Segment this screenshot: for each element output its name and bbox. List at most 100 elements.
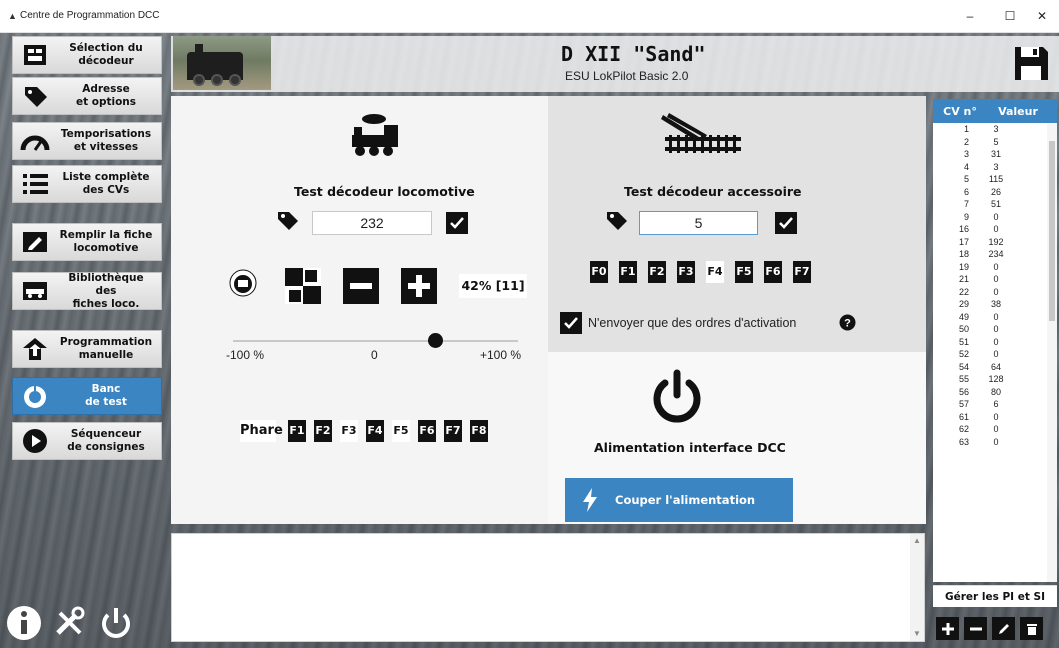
cv-number: 49 (958, 311, 969, 322)
accessory-function-button[interactable]: F7 (793, 261, 811, 283)
direction-toggle-button[interactable] (285, 268, 321, 304)
cv-table-row[interactable]: 62 0 (933, 423, 1057, 436)
cv-table-row[interactable]: 29 38 (933, 298, 1057, 311)
cv-table-row[interactable]: 90 (933, 211, 1057, 224)
accessory-function-button[interactable]: F3 (677, 261, 695, 283)
cv-table-row[interactable]: 17 192 (933, 236, 1057, 249)
loco-function-button[interactable]: F6 (418, 420, 436, 442)
save-icon[interactable] (1012, 44, 1050, 82)
sidebar-item-loco-library[interactable]: Bibliothèque des fiches loco. (12, 272, 162, 310)
speed-plus-button[interactable] (401, 268, 437, 304)
scroll-down-icon[interactable]: ▼ (910, 627, 924, 641)
cv-table-row[interactable]: 6 26 (933, 186, 1057, 199)
loco-function-button[interactable]: F4 (366, 420, 384, 442)
help-icon[interactable]: ? (839, 314, 856, 331)
cv-value: 26 (990, 186, 1001, 197)
sidebar-item-label: Temporisations et vitesses (60, 128, 152, 153)
close-button[interactable]: ✕ (1024, 4, 1059, 28)
sidebar-item-decoder-selection[interactable]: Sélection du décodeur (12, 36, 162, 74)
cv-table-row[interactable]: 5 115 (933, 173, 1057, 186)
cv-value: 0 (993, 411, 999, 422)
cv-number: 56 (958, 386, 969, 397)
cv-value: 0 (993, 424, 999, 434)
cv-value: 0 (993, 436, 999, 447)
cv-table-row[interactable]: 25 (933, 136, 1057, 149)
cv-table-row[interactable]: 52 0 (933, 348, 1057, 361)
cv-table-row[interactable]: 61 0 (933, 411, 1057, 424)
sidebar-item-label: Sélection du décodeur (69, 42, 143, 67)
speed-slider-track[interactable] (233, 340, 518, 342)
cv-table-row[interactable]: 57 6 (933, 398, 1057, 411)
accessory-function-button[interactable]: F6 (764, 261, 782, 283)
cut-power-button[interactable]: Couper l'alimentation (565, 478, 793, 522)
cv-table-row[interactable]: 51 0 (933, 336, 1057, 349)
loco-address-input[interactable]: 232 (312, 211, 432, 235)
cv-table-row[interactable]: 21 0 (933, 273, 1057, 286)
sidebar-item-fill-loco-sheet[interactable]: Remplir la fiche locomotive (12, 223, 162, 261)
log-output[interactable]: ▲ ▼ (171, 533, 925, 642)
accessory-function-button[interactable]: F2 (648, 261, 666, 283)
power-icon[interactable] (96, 603, 136, 643)
edit-cv-button[interactable] (992, 617, 1015, 640)
accessory-function-button[interactable]: F0 (590, 261, 608, 283)
cv-number-header: CV n° (943, 104, 977, 118)
cv-table-row[interactable]: 56 80 (933, 386, 1057, 399)
loco-function-button[interactable]: F2 (314, 420, 332, 442)
accessory-function-button[interactable]: F4 (706, 261, 724, 283)
loco-function-button[interactable]: F3 (340, 420, 358, 442)
cv-table-row[interactable]: 16 0 (933, 223, 1057, 236)
accessory-function-button[interactable]: F1 (619, 261, 637, 283)
sidebar-item-test-bench[interactable]: Banc de test (12, 377, 162, 415)
cv-table-row[interactable]: 63 0 (933, 436, 1057, 449)
loco-function-button[interactable]: F1 (288, 420, 306, 442)
cv-table-scrollbar[interactable] (1047, 123, 1057, 582)
cv-table-row[interactable]: 13 (933, 123, 1057, 136)
cv-number: 29 (958, 299, 969, 309)
cv-value: 0 (993, 349, 999, 359)
only-activation-checkbox[interactable] (560, 312, 582, 334)
cv-value: 38 (990, 299, 1001, 309)
headlight-button[interactable]: Phare (240, 420, 283, 442)
add-cv-button[interactable] (936, 617, 959, 640)
accessory-function-button[interactable]: F5 (735, 261, 753, 283)
cv-table-row[interactable]: 49 0 (933, 311, 1057, 324)
scroll-up-icon[interactable]: ▲ (910, 534, 924, 548)
cv-table-row[interactable]: 43 (933, 161, 1057, 174)
cv-table-row[interactable]: 50 0 (933, 323, 1057, 336)
accessory-address-input[interactable]: 5 (639, 211, 758, 235)
cv-table-row[interactable]: 22 0 (933, 286, 1057, 299)
loco-function-button[interactable]: F7 (444, 420, 462, 442)
minimize-button[interactable]: – (952, 4, 988, 28)
accessory-address-confirm-button[interactable] (775, 212, 797, 234)
loco-function-button[interactable]: F5 (392, 420, 410, 442)
speed-minus-button[interactable] (343, 268, 379, 304)
manage-pi-si-button[interactable]: Gérer les PI et SI (933, 585, 1057, 607)
power-title: Alimentation interface DCC (594, 440, 786, 455)
window-titlebar: ▲ Centre de Programmation DCC – ☐ ✕ (0, 0, 1059, 33)
sidebar-item-manual-programming[interactable]: Programmation manuelle (12, 330, 162, 368)
cv-table-row[interactable]: 3 31 (933, 148, 1057, 161)
emergency-stop-icon[interactable] (229, 269, 257, 297)
sidebar-item-sequencer[interactable]: Séquenceur de consignes (12, 422, 162, 460)
sidebar-item-timing-speeds[interactable]: Temporisations et vitesses (12, 122, 162, 160)
cv-scroll-thumb[interactable] (1049, 141, 1055, 321)
cv-table-row[interactable]: 54 64 (933, 361, 1057, 374)
cv-table-row[interactable]: 7 51 (933, 198, 1057, 211)
cut-power-label: Couper l'alimentation (615, 493, 756, 507)
sidebar-item-label: Banc de test (85, 383, 127, 408)
maximize-button[interactable]: ☐ (992, 4, 1028, 28)
app-body: Sélection du décodeur Adresse et options… (0, 33, 1059, 648)
sidebar-item-address-options[interactable]: Adresse et options (12, 77, 162, 115)
tools-icon[interactable] (50, 603, 90, 643)
cv-table-row[interactable]: 55 128 (933, 373, 1057, 386)
loco-address-confirm-button[interactable] (446, 212, 468, 234)
cv-table-row[interactable]: 19 0 (933, 261, 1057, 274)
loco-function-button[interactable]: F8 (470, 420, 488, 442)
cv-table-row[interactable]: 18 234 (933, 248, 1057, 261)
delete-cv-button[interactable] (1020, 617, 1043, 640)
list-icon (13, 166, 57, 202)
info-icon[interactable] (4, 603, 44, 643)
remove-cv-button[interactable] (964, 617, 987, 640)
log-scrollbar[interactable]: ▲ ▼ (910, 534, 924, 641)
sidebar-item-cv-list[interactable]: Liste complète des CVs (12, 165, 162, 203)
